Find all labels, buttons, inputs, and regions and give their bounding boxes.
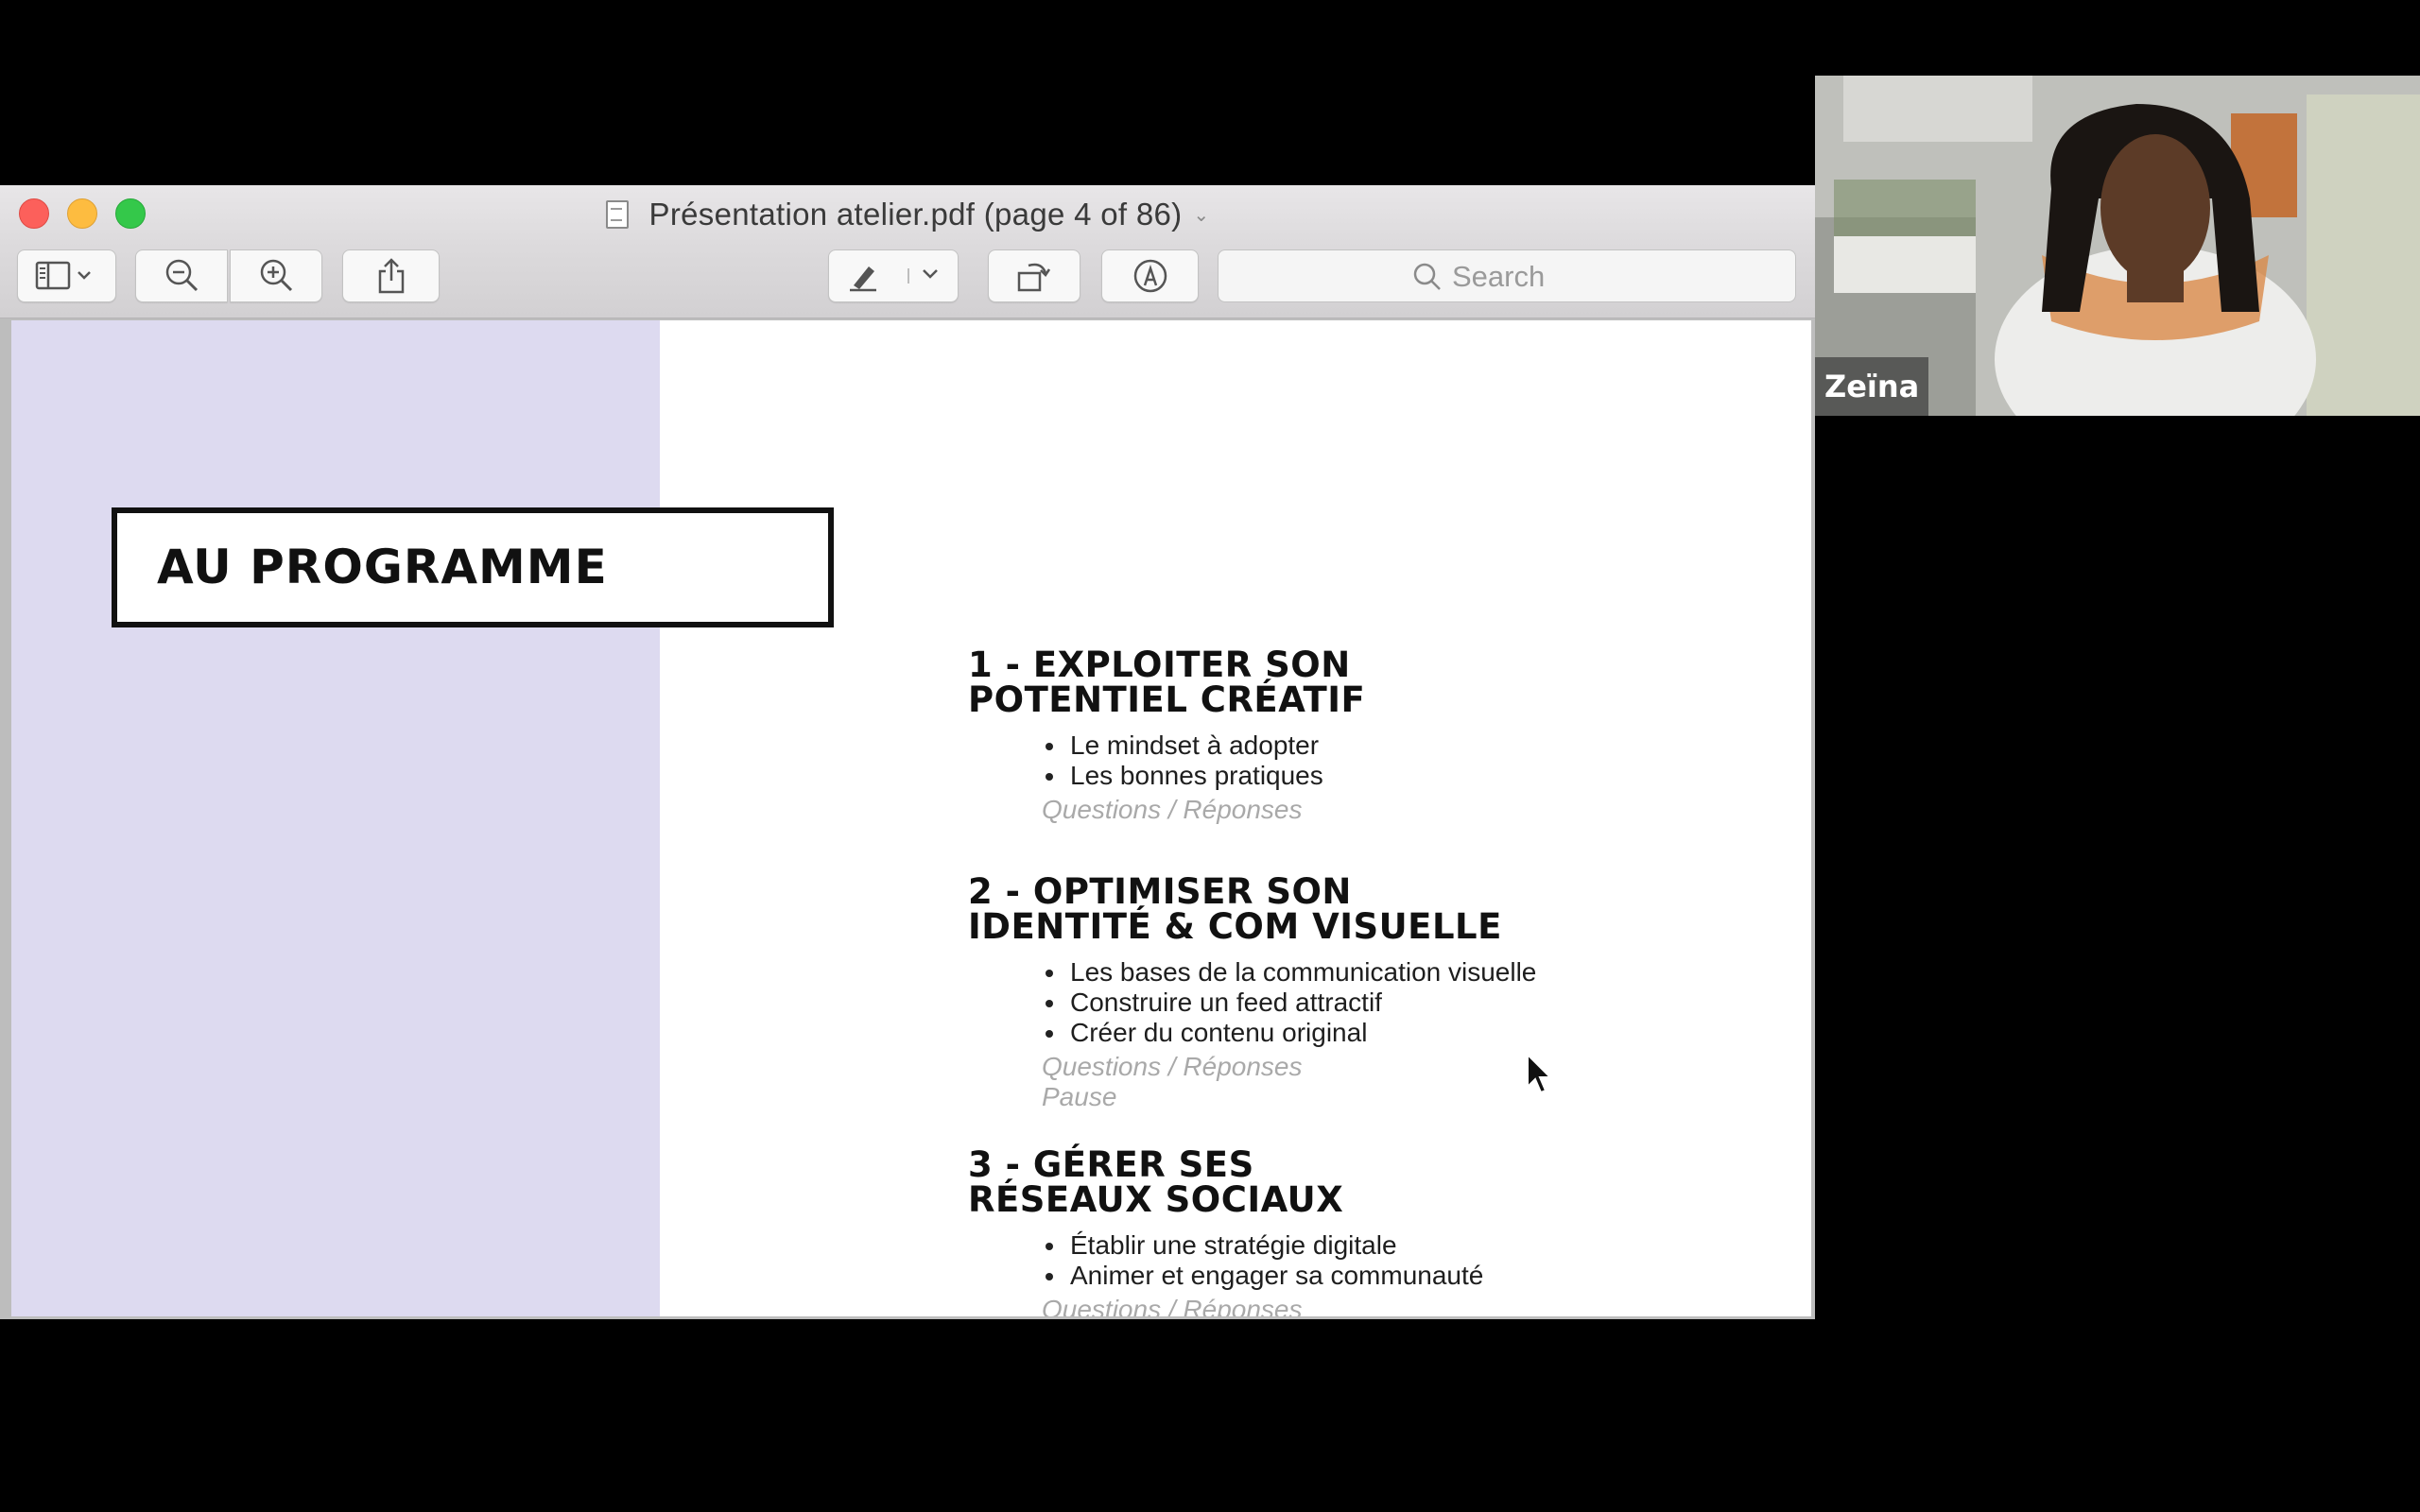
slide-heading-box: AU PROGRAMME <box>112 507 834 627</box>
document-view[interactable]: AU PROGRAMME 1 - EXPLOITER SON POTENTIEL… <box>0 318 1815 1319</box>
zoom-out-icon <box>165 259 199 292</box>
list-item: Les bases de la communication visuelle <box>1046 957 1781 988</box>
markup-pen-icon <box>850 266 938 292</box>
section-note: Questions / Réponses <box>1042 1295 1303 1316</box>
slide-left-panel <box>11 320 660 1316</box>
share-button[interactable] <box>342 249 440 302</box>
share-icon <box>378 258 405 294</box>
zoom-in-icon <box>260 259 293 292</box>
list-item: Construire un feed attractif <box>1046 988 1781 1018</box>
list-item: Animer et engager sa communauté <box>1046 1261 1781 1291</box>
bullet-list: Le mindset à adopter Les bonnes pratique… <box>968 730 1781 791</box>
list-item: Créer du contenu original <box>1046 1018 1781 1048</box>
section-title: 2 - OPTIMISER SON IDENTITÉ & COM VISUELL… <box>968 874 1781 944</box>
zoom-out-button[interactable] <box>135 249 228 302</box>
rotate-button[interactable] <box>988 249 1080 302</box>
bullet-list: Les bases de la communication visuelle C… <box>968 957 1781 1048</box>
sidebar-view-icon <box>35 261 91 290</box>
rotate-icon <box>1017 263 1051 292</box>
slide-heading: AU PROGRAMME <box>157 540 608 594</box>
section-title: 1 - EXPLOITER SON POTENTIEL CRÉATIF <box>968 647 1781 717</box>
section-title-line: IDENTITÉ & COM VISUELLE <box>968 906 1502 947</box>
preview-window: Présentation atelier.pdf (page 4 of 86) ⌄ <box>0 185 1815 1319</box>
mouse-cursor-icon <box>1527 1053 1552 1094</box>
participant-video-tile[interactable]: Zeïna <box>1815 76 2420 416</box>
pdf-document-icon <box>605 200 629 229</box>
pdf-page[interactable]: AU PROGRAMME 1 - EXPLOITER SON POTENTIEL… <box>11 320 1811 1316</box>
section-title: 3 - GÉRER SES RÉSEAUX SOCIAUX <box>968 1147 1781 1217</box>
list-item: Les bonnes pratiques <box>1046 761 1781 791</box>
list-item: Le mindset à adopter <box>1046 730 1781 761</box>
program-section-1: 1 - EXPLOITER SON POTENTIEL CRÉATIF Le m… <box>968 647 1781 825</box>
annotate-icon <box>1133 259 1167 293</box>
section-title-line: POTENTIEL CRÉATIF <box>968 679 1366 720</box>
search-icon <box>1412 262 1443 292</box>
markup-button[interactable] <box>828 249 959 302</box>
toolbar <box>0 242 1815 318</box>
section-note: Pause <box>1042 1082 1117 1111</box>
program-section-2: 2 - OPTIMISER SON IDENTITÉ & COM VISUELL… <box>968 874 1781 1112</box>
screen-share: Présentation atelier.pdf (page 4 of 86) ⌄ <box>0 0 2420 1512</box>
section-note: Questions / Réponses <box>1042 1052 1303 1081</box>
search-input[interactable] <box>1450 258 1766 296</box>
window-title[interactable]: Présentation atelier.pdf (page 4 of 86) ⌄ <box>0 197 1815 232</box>
annotate-button[interactable] <box>1101 249 1199 302</box>
bullet-list: Établir une stratégie digitale Animer et… <box>968 1230 1781 1291</box>
zoom-in-button[interactable] <box>230 249 322 302</box>
search-field[interactable] <box>1218 249 1796 302</box>
program-section-3: 3 - GÉRER SES RÉSEAUX SOCIAUX Établir un… <box>968 1147 1781 1316</box>
section-title-line: RÉSEAUX SOCIAUX <box>968 1179 1344 1220</box>
section-note: Questions / Réponses <box>1042 795 1303 824</box>
title-bar[interactable]: Présentation atelier.pdf (page 4 of 86) ⌄ <box>0 185 1815 242</box>
chevron-down-icon[interactable]: ⌄ <box>1193 203 1209 227</box>
participant-name: Zeïna <box>1815 357 1929 416</box>
sidebar-view-button[interactable] <box>17 249 116 302</box>
list-item: Établir une stratégie digitale <box>1046 1230 1781 1261</box>
window-title-text: Présentation atelier.pdf (page 4 of 86) <box>648 197 1183 232</box>
